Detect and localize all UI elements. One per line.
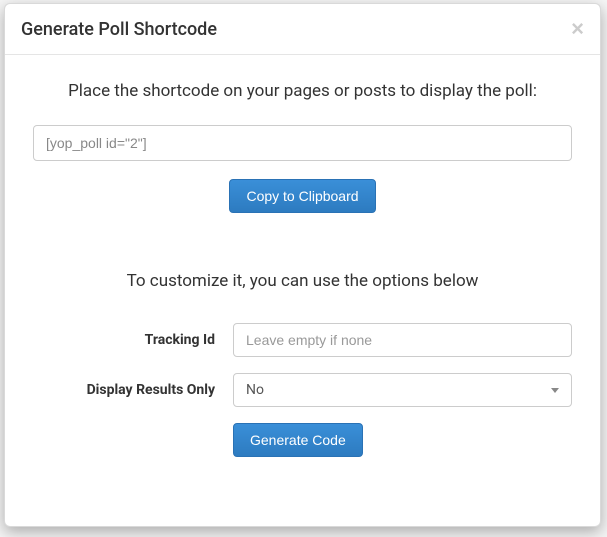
display-results-label: Display Results Only (33, 382, 233, 398)
tracking-id-input[interactable] (233, 323, 572, 357)
copy-clipboard-button[interactable]: Copy to Clipboard (229, 179, 375, 213)
display-results-value: No (246, 382, 264, 398)
generate-code-button[interactable]: Generate Code (233, 423, 363, 457)
display-results-row: Display Results Only No (33, 373, 572, 407)
customize-heading: To customize it, you can use the options… (33, 271, 572, 291)
modal-header: Generate Poll Shortcode × (5, 4, 600, 55)
tracking-id-row: Tracking Id (33, 323, 572, 357)
modal-dialog: Generate Poll Shortcode × Place the shor… (4, 3, 601, 527)
display-results-select[interactable]: No (233, 373, 572, 407)
shortcode-input[interactable] (33, 125, 572, 161)
close-button[interactable]: × (571, 18, 584, 40)
chevron-down-icon (551, 388, 559, 393)
intro-text: Place the shortcode on your pages or pos… (33, 81, 572, 101)
modal-body: Place the shortcode on your pages or pos… (5, 55, 600, 526)
modal-title: Generate Poll Shortcode (21, 19, 217, 40)
tracking-id-label: Tracking Id (33, 332, 233, 348)
